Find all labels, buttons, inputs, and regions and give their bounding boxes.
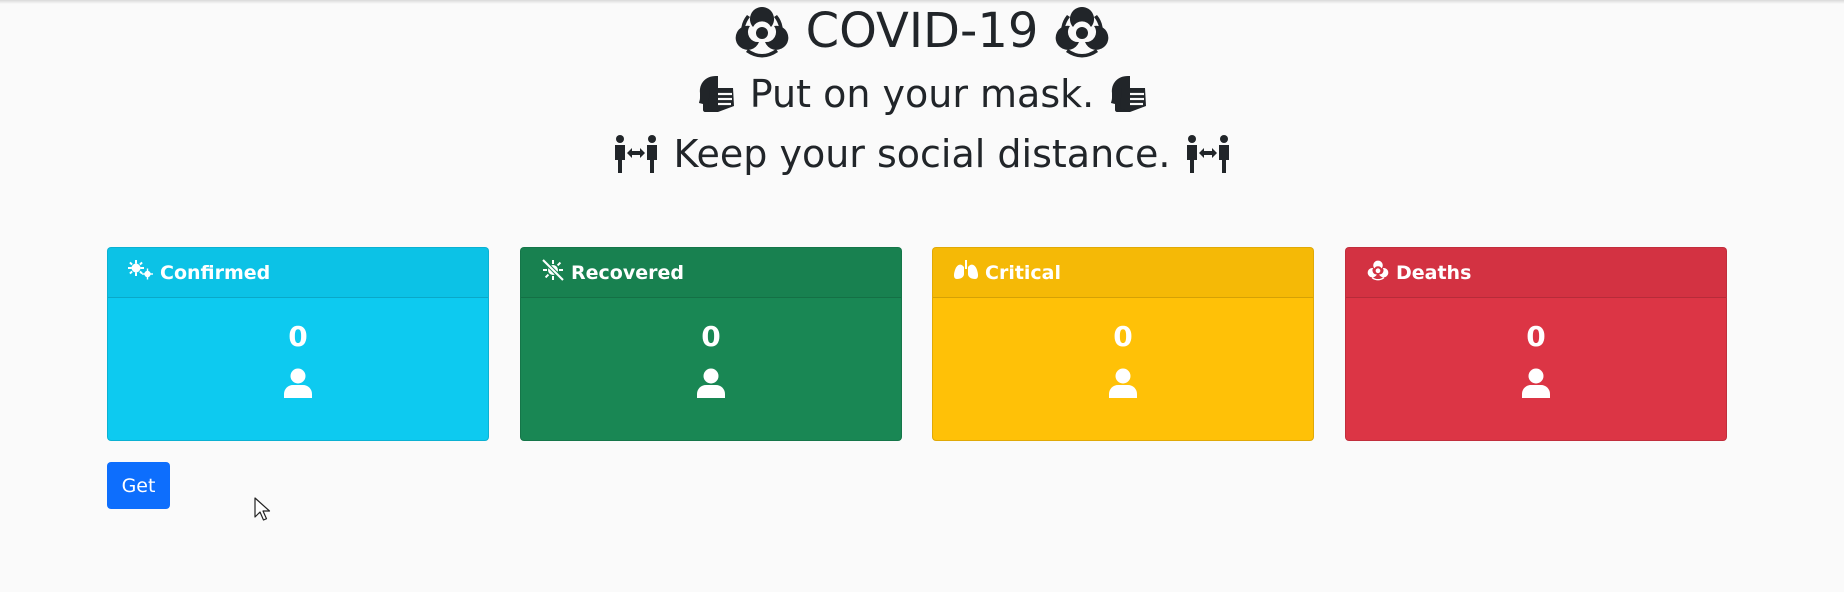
title-text: COVID-19 xyxy=(805,3,1039,59)
people-arrows-icon xyxy=(613,134,659,174)
user-icon xyxy=(1346,368,1726,398)
mask-message: Put on your mask. xyxy=(0,68,1844,120)
user-icon xyxy=(108,368,488,398)
head-mask-icon xyxy=(1108,74,1148,114)
distance-text: Keep your social distance. xyxy=(673,132,1171,176)
deaths-card: Deaths 0 xyxy=(1345,247,1727,441)
deaths-count: 0 xyxy=(1526,320,1546,353)
recovered-count: 0 xyxy=(701,320,721,353)
virus-icon xyxy=(128,260,160,285)
card-label: Recovered xyxy=(571,261,684,284)
card-header: Deaths xyxy=(1346,248,1726,298)
people-arrows-icon xyxy=(1185,134,1231,174)
card-header: Critical xyxy=(933,248,1313,298)
get-button[interactable]: Get xyxy=(107,462,170,509)
lungs-icon xyxy=(953,260,985,285)
recovered-card: Recovered 0 xyxy=(520,247,902,441)
card-label: Confirmed xyxy=(160,261,271,284)
biohazard-icon xyxy=(1366,259,1396,286)
mask-text: Put on your mask. xyxy=(749,72,1095,116)
confirmed-count: 0 xyxy=(288,320,308,353)
card-label: Deaths xyxy=(1396,261,1472,284)
head-mask-icon xyxy=(696,74,736,114)
virus-slash-icon xyxy=(541,258,571,286)
user-icon xyxy=(933,368,1313,398)
page-title: COVID-19 xyxy=(0,0,1844,62)
confirmed-card: Confirmed 0 xyxy=(107,247,489,441)
biohazard-icon xyxy=(1054,3,1110,59)
mouse-cursor-icon xyxy=(254,497,272,527)
user-icon xyxy=(521,368,901,398)
card-header: Recovered xyxy=(521,248,901,298)
biohazard-icon xyxy=(734,3,790,59)
critical-count: 0 xyxy=(1113,320,1133,353)
distance-message: Keep your social distance. xyxy=(0,128,1844,180)
card-label: Critical xyxy=(985,261,1062,284)
critical-card: Critical 0 xyxy=(932,247,1314,441)
card-header: Confirmed xyxy=(108,248,488,298)
